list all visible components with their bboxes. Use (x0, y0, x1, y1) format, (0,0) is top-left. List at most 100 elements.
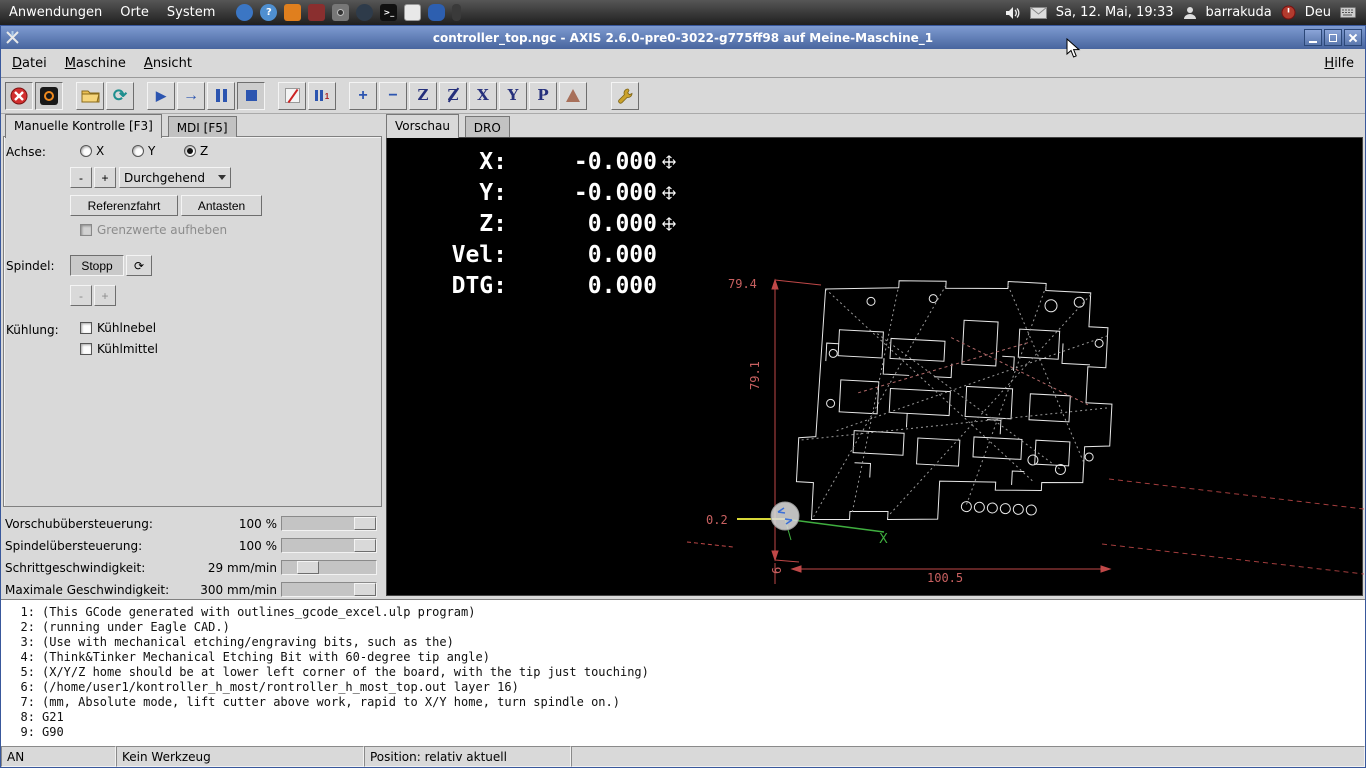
axis-radio-z[interactable]: Z (184, 144, 208, 158)
volume-icon[interactable] (1005, 6, 1021, 20)
gcode-line-number: 7: (1, 695, 35, 710)
axis-radio-x[interactable]: X (80, 144, 104, 158)
clock[interactable]: Sa, 12. Mai, 19:33 (1056, 5, 1174, 20)
override-limits-checkbox[interactable]: Grenzwerte aufheben (80, 223, 227, 237)
places-menu[interactable]: Orte (111, 1, 158, 24)
keyboard-icon[interactable] (1340, 7, 1356, 18)
gcode-line[interactable]: 1:(This GCode generated with outlines_gc… (1, 605, 1365, 620)
view-p-button[interactable]: P (529, 82, 557, 110)
optional-pause-icon: 1 (315, 90, 329, 101)
tab-manual-control[interactable]: Manuelle Kontrolle [F3] (5, 114, 162, 138)
spindle-stop-button[interactable]: Stopp (70, 255, 124, 276)
view-x-button[interactable]: X (469, 82, 497, 110)
stop-button[interactable] (237, 82, 265, 110)
menu-maschine[interactable]: Maschine (56, 51, 135, 76)
mist-checkbox[interactable]: Kühlnebel (80, 321, 156, 335)
launcher-help-icon[interactable]: ? (260, 4, 277, 21)
gcode-line[interactable]: 7:(mm, Absolute mode, lift cutter above … (1, 695, 1365, 710)
view-z-button[interactable]: Z (409, 82, 437, 110)
gcode-line[interactable]: 6:(/home/user1/kontroller_h_most/rontrol… (1, 680, 1365, 695)
gcode-line[interactable]: 3:(Use with mechanical etching/engraving… (1, 635, 1365, 650)
gcode-line[interactable]: 8:G21 (1, 710, 1365, 725)
jog-speed-handle[interactable] (297, 561, 319, 574)
dimension-lines (687, 280, 1364, 584)
view-z-rotated-button[interactable]: Z (439, 82, 467, 110)
flood-checkbox[interactable]: Kühlmittel (80, 342, 158, 356)
step-button[interactable]: → (177, 82, 205, 110)
user-name[interactable]: barrakuda (1206, 5, 1272, 20)
spindle-override-handle[interactable] (354, 539, 376, 552)
keyboard-layout-indicator[interactable]: Deu (1305, 5, 1331, 20)
machine-power-icon (40, 87, 58, 105)
gcode-line-number: 4: (1, 650, 35, 665)
zoom-in-button[interactable]: + (349, 82, 377, 110)
view-p-icon: P (537, 88, 548, 103)
run-button[interactable]: ▶ (147, 82, 175, 110)
tab-mdi[interactable]: MDI [F5] (168, 116, 237, 137)
menu-hilfe[interactable]: Hilfe (1315, 51, 1363, 76)
optional-pause-button[interactable]: 1 (308, 82, 336, 110)
launcher-globe-icon[interactable] (356, 4, 373, 21)
open-file-button[interactable] (76, 82, 104, 110)
pause-button[interactable] (207, 82, 235, 110)
launcher-tool-icon[interactable] (308, 4, 325, 21)
system-menu[interactable]: System (158, 1, 224, 24)
spindle-override-slider[interactable] (281, 538, 377, 553)
applications-menu[interactable]: Anwendungen (0, 1, 111, 24)
jog-plus-button[interactable]: + (94, 167, 116, 188)
machine-power-button[interactable] (35, 82, 63, 110)
gcode-line[interactable]: 5:(X/Y/Z home should be at lower left co… (1, 665, 1365, 680)
jog-speed-slider[interactable] (281, 560, 377, 575)
dro-x-label: X: (423, 149, 507, 175)
gcode-listing[interactable]: 1:(This GCode generated with outlines_gc… (1, 599, 1365, 746)
max-velocity-slider[interactable] (281, 582, 377, 597)
max-velocity-handle[interactable] (354, 583, 376, 596)
launcher-files-icon[interactable] (284, 4, 301, 21)
x-axis-label: X (879, 532, 888, 547)
preview-canvas[interactable]: 79.4 79.1 0.2 6 100.5 (386, 137, 1363, 596)
close-button[interactable] (1344, 29, 1362, 46)
jog-minus-button[interactable]: - (70, 167, 92, 188)
home-axis-button[interactable]: Referenzfahrt (70, 195, 178, 216)
spindle-cw-button[interactable]: ⟳ (126, 255, 152, 276)
gcode-line[interactable]: 4:(Think&Tinker Mechanical Etching Bit w… (1, 650, 1365, 665)
gcode-line[interactable]: 2:(running under Eagle CAD.) (1, 620, 1365, 635)
feed-override-handle[interactable] (354, 517, 376, 530)
tool-touchoff-button[interactable] (611, 82, 639, 110)
launcher-bottle-icon[interactable] (452, 4, 461, 21)
view-y-icon: Y (508, 88, 519, 103)
gcode-line-text: (X/Y/Z home should be at lower left corn… (42, 665, 649, 680)
shutdown-icon[interactable] (1281, 5, 1296, 20)
tab-vorschau[interactable]: Vorschau (386, 114, 459, 138)
view-y-button[interactable]: Y (499, 82, 527, 110)
dim-origin-label: 0.2 (706, 513, 728, 527)
override-limits-label: Grenzwerte aufheben (97, 223, 227, 237)
touch-off-button[interactable]: Antasten (181, 195, 262, 216)
launcher-editor-icon[interactable] (404, 4, 421, 21)
spindle-plus-button[interactable]: + (94, 285, 116, 306)
rotate-view-button[interactable] (559, 82, 587, 110)
feed-override-slider[interactable] (281, 516, 377, 531)
zoom-out-button[interactable]: − (379, 82, 407, 110)
launcher-terminal-icon[interactable]: >_ (380, 4, 397, 21)
tab-dro[interactable]: DRO (465, 116, 510, 137)
feed-override-row: Vorschubübersteuerung: 100 % (1, 513, 384, 535)
maximize-button[interactable] (1324, 29, 1342, 46)
launcher-browser-icon[interactable] (236, 4, 253, 21)
gcode-line[interactable]: 9:G90 (1, 725, 1365, 740)
estop-button[interactable] (5, 82, 33, 110)
jog-increment-dropdown[interactable]: Durchgehend (119, 167, 231, 188)
spindle-minus-button[interactable]: - (70, 285, 92, 306)
mail-icon[interactable] (1030, 7, 1047, 19)
minimize-button[interactable] (1304, 29, 1322, 46)
dro-row-dtg: DTG: 0.000 (423, 270, 676, 301)
axis-radio-y[interactable]: Y (132, 144, 155, 158)
dro-x-value: -0.000 (507, 149, 657, 175)
reload-button[interactable]: ⟳ (106, 82, 134, 110)
launcher-database-icon[interactable] (428, 4, 445, 21)
menu-ansicht[interactable]: Ansicht (135, 51, 201, 76)
skip-lines-button[interactable] (278, 82, 306, 110)
launcher-camera-icon[interactable] (332, 4, 349, 21)
main-area: Manuelle Kontrolle [F3] MDI [F5] Achse: … (1, 114, 1365, 599)
menu-datei[interactable]: Datei (3, 51, 56, 76)
